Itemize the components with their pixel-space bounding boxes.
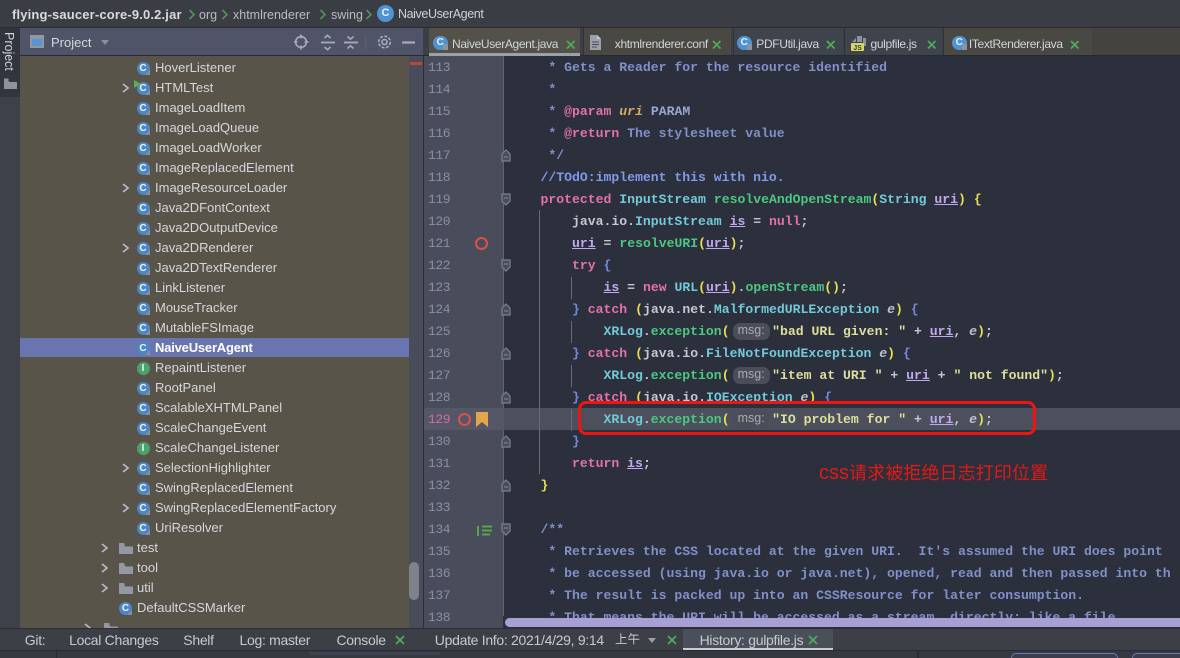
svg-text:JS: JS — [853, 44, 862, 50]
svg-text:css: css — [819, 462, 849, 484]
